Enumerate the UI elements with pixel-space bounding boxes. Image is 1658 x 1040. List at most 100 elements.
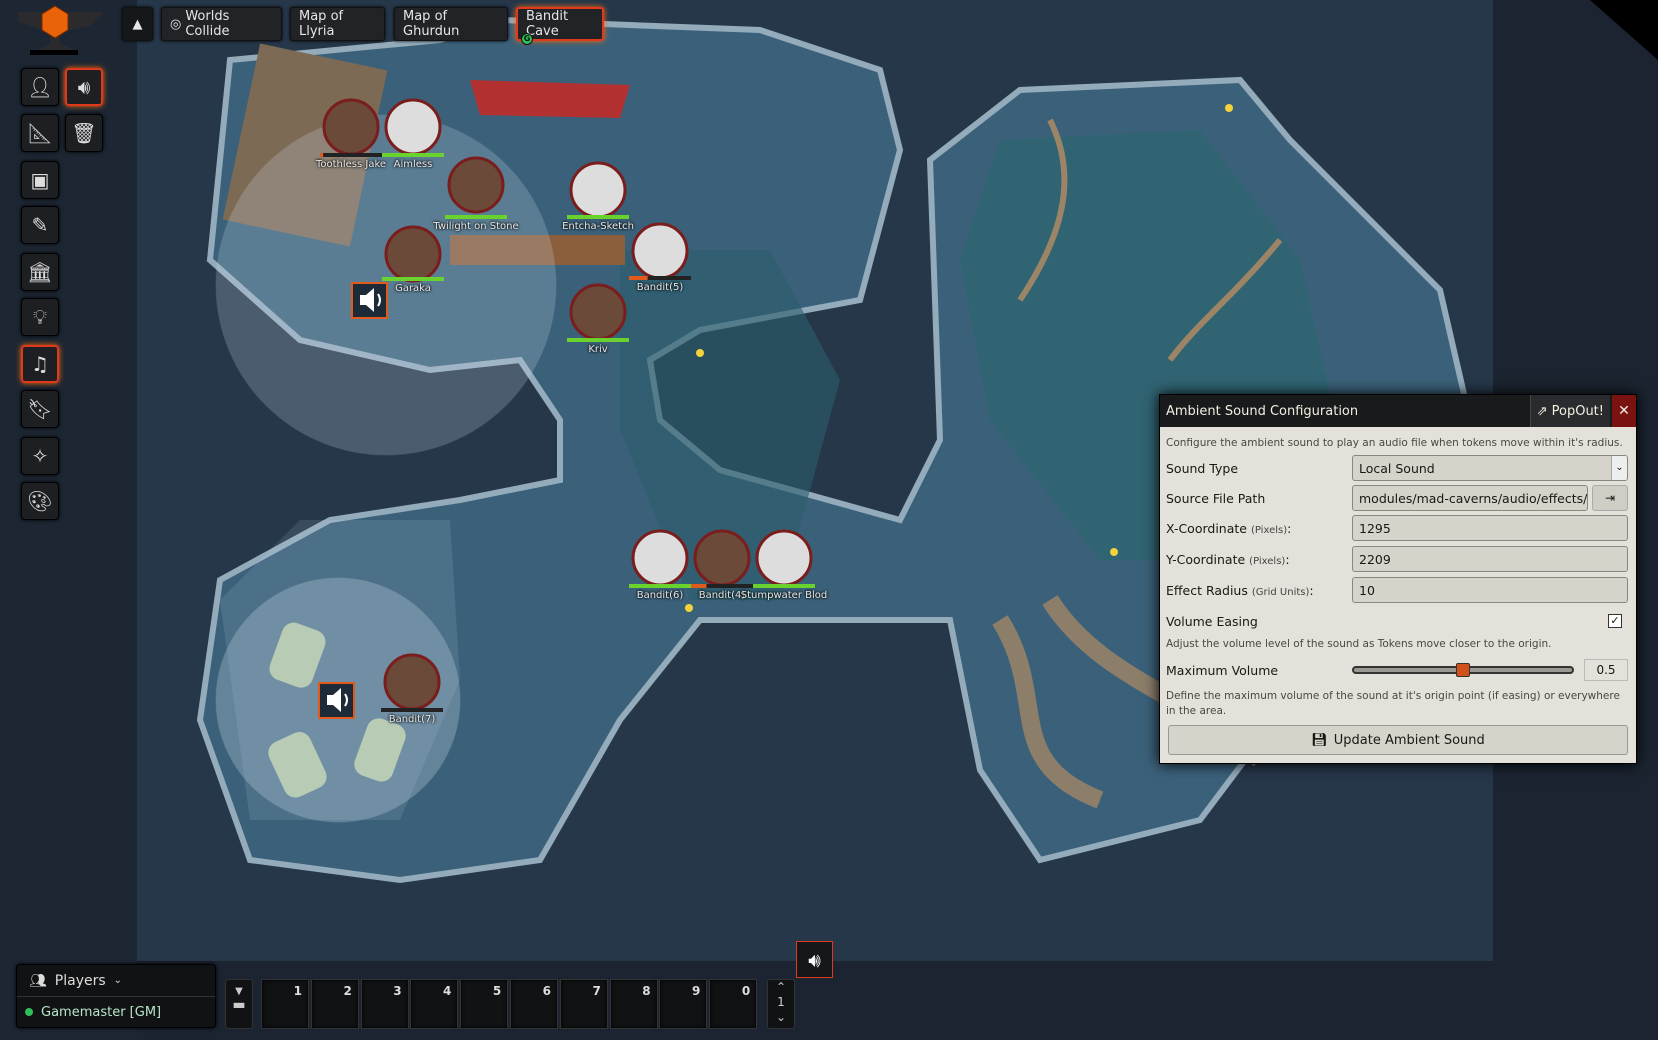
hp-bar xyxy=(629,276,648,280)
y-coordinate-input[interactable]: 2209 xyxy=(1352,546,1628,572)
token-image xyxy=(693,529,751,587)
players-panel: 👥︎ Players ⌄ Gamemaster [GM] xyxy=(16,964,216,1028)
speaker-icon: 🔊︎ xyxy=(77,75,91,99)
folder-icon: ▬ xyxy=(232,997,246,1013)
tiles-icon: ▣ xyxy=(30,168,50,192)
effect-radius-input[interactable]: 10 xyxy=(1352,577,1628,603)
max-volume-slider[interactable] xyxy=(1352,657,1574,683)
pencil-icon: ✎ xyxy=(31,213,49,237)
slider-handle[interactable] xyxy=(1456,663,1470,677)
hp-bar xyxy=(320,153,324,157)
hp-bar xyxy=(691,584,707,588)
player-item[interactable]: Gamemaster [GM] xyxy=(17,997,215,1027)
y-coordinate-label: Y-Coordinate (Pixels): xyxy=(1166,551,1290,567)
dialog-header[interactable]: Ambient Sound Configuration ⇗ PopOut! ✕ xyxy=(1160,395,1636,427)
token-name: Entcha-Sketch xyxy=(562,221,634,232)
popout-button[interactable]: ⇗ PopOut! xyxy=(1529,395,1610,427)
token-name: Stumpwater Blod xyxy=(740,590,828,601)
token-name: Bandit(4) xyxy=(698,590,746,601)
macro-slot[interactable]: 1 xyxy=(261,979,309,1029)
walls-icon: 🏛︎ xyxy=(27,260,53,284)
scene-control-lightbulb[interactable]: 💡︎ xyxy=(21,298,59,336)
token-image xyxy=(569,283,627,341)
macro-slot[interactable]: 6 xyxy=(510,979,558,1029)
token-image xyxy=(384,225,442,283)
caret-up-icon: ▲ xyxy=(132,16,143,32)
macro-slot[interactable]: 8 xyxy=(609,979,658,1029)
macro-slot[interactable]: 3 xyxy=(360,979,409,1029)
scene-tab-map-of-ghurdun[interactable]: Map of Ghurdun xyxy=(394,7,508,41)
page-down-icon[interactable]: ⌄ xyxy=(768,1010,794,1025)
sound-type-select[interactable]: Local Sound ⌄ xyxy=(1352,455,1628,481)
token-name: Aimless xyxy=(393,159,433,170)
macro-slot[interactable]: 7 xyxy=(559,979,608,1029)
target-icon: ◎ xyxy=(170,16,182,32)
collapse-nav-button[interactable]: ▲ xyxy=(122,7,153,41)
hp-bar xyxy=(753,584,815,588)
scene-control-music[interactable]: ♫ xyxy=(21,345,59,383)
token-name: Twilight on Stone xyxy=(433,221,519,232)
macro-slot[interactable]: 0 xyxy=(709,979,758,1029)
sound-toggle-button[interactable]: 🔊︎ xyxy=(796,941,833,978)
hotbar-page-number: 1 xyxy=(777,995,785,1009)
macro-slot[interactable]: 9 xyxy=(659,979,708,1029)
token-image xyxy=(383,653,441,711)
hp-bar xyxy=(382,153,444,157)
players-header[interactable]: 👥︎ Players ⌄ xyxy=(17,965,215,997)
scene-control-tiles[interactable]: ▣ xyxy=(21,161,59,199)
scene-control-walls[interactable]: 🏛︎ xyxy=(21,253,59,291)
x-coordinate-input[interactable]: 1295 xyxy=(1352,515,1628,541)
sound-type-label: Sound Type xyxy=(1166,460,1239,476)
token-icon: 👤︎ xyxy=(27,75,53,99)
tool-trash[interactable]: 🗑︎ xyxy=(65,114,103,152)
lightbulb-icon: 💡︎ xyxy=(33,305,47,329)
app-logo[interactable] xyxy=(0,0,108,58)
token-image xyxy=(384,98,442,156)
page-up-icon[interactable]: ⌃ xyxy=(768,980,794,995)
easing-hint: Adjust the volume level of the sound as … xyxy=(1166,638,1552,650)
users-icon: 👥︎ xyxy=(29,972,47,989)
scene-control-pencil[interactable]: ✎ xyxy=(21,206,59,244)
hotbar-page-control[interactable]: ⌃ 1 ⌄ xyxy=(767,979,795,1029)
hp-bar xyxy=(629,584,691,588)
source-path-label: Source File Path xyxy=(1166,490,1266,506)
ambient-sound-marker[interactable] xyxy=(351,282,388,319)
gm-badge: G xyxy=(521,33,533,45)
token-name: Toothless Jake xyxy=(315,159,387,170)
volume-easing-checkbox[interactable]: ✓ xyxy=(1608,614,1622,628)
hp-bar xyxy=(382,277,444,281)
macro-directory-button[interactable]: ▼ ▬ xyxy=(225,979,253,1029)
scene-control-palette[interactable]: 🎨︎ xyxy=(21,482,59,520)
close-button[interactable]: ✕ xyxy=(1612,395,1636,427)
scene-control-bookmark[interactable]: 🔖︎ xyxy=(21,390,59,428)
macro-slot[interactable]: 4 xyxy=(410,979,459,1029)
magic-wand-icon: ✧ xyxy=(31,444,49,468)
macro-slot[interactable]: 2 xyxy=(310,979,359,1029)
scene-control-magic-wand[interactable]: ✧ xyxy=(21,437,59,475)
file-picker-button[interactable]: ⇥ xyxy=(1592,485,1628,511)
hp-bar-bg xyxy=(381,708,443,712)
token-name: Bandit(7) xyxy=(388,714,436,725)
tool-speaker[interactable]: 🔊︎ xyxy=(65,68,103,106)
scene-control-ruler[interactable]: 📐︎ xyxy=(21,114,59,152)
source-path-input[interactable]: modules/mad-caverns/audio/effects/F xyxy=(1352,485,1588,511)
token-name: Bandit(5) xyxy=(636,282,684,293)
scene-tab-bandit-cave[interactable]: Bandit Cave G xyxy=(516,7,604,45)
token-name: Garaka xyxy=(395,283,431,294)
macro-slot[interactable]: 5 xyxy=(460,979,509,1029)
update-ambient-sound-button[interactable]: 💾︎ Update Ambient Sound xyxy=(1168,725,1628,755)
ambient-sound-marker[interactable] xyxy=(318,682,355,719)
ruler-icon: 📐︎ xyxy=(27,121,53,145)
token-image xyxy=(322,98,380,156)
scene-tab-map-of-llyria[interactable]: Map of Llyria xyxy=(290,7,385,41)
scene-control-token[interactable]: 👤︎ xyxy=(21,68,59,106)
hp-bar xyxy=(567,215,629,219)
token-image xyxy=(631,222,689,280)
scene-tab-worlds-collide[interactable]: ◎ Worlds Collide xyxy=(161,7,282,41)
token-image xyxy=(447,156,505,214)
hp-bar xyxy=(567,338,629,342)
chevron-down-icon: ⌄ xyxy=(113,975,123,986)
chevron-down-icon: ⌄ xyxy=(1611,456,1627,480)
max-volume-label: Maximum Volume xyxy=(1166,662,1279,678)
file-import-icon: ⇥ xyxy=(1604,491,1616,505)
